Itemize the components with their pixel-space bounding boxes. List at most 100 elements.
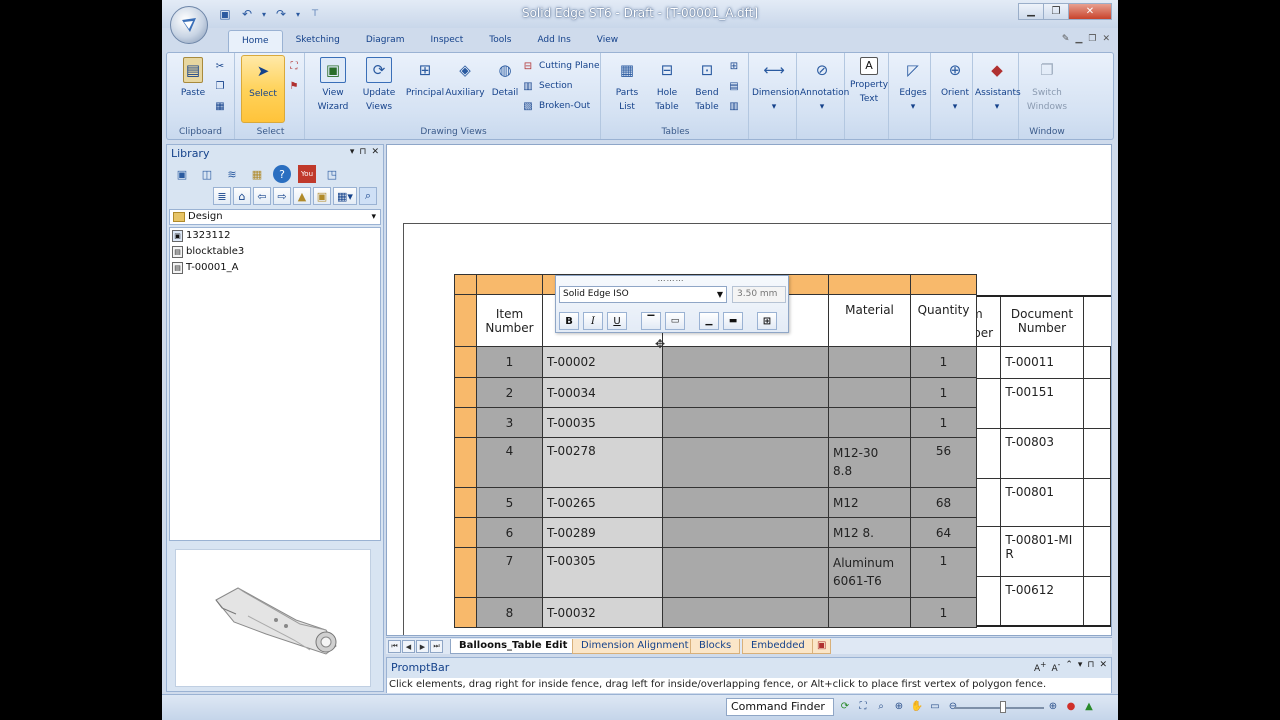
forward-arrow-icon[interactable]: ⇨	[273, 187, 291, 205]
row-selector-cell[interactable]	[454, 547, 477, 598]
next-sheet-icon[interactable]: ▶	[416, 640, 429, 653]
table-cell[interactable]	[662, 437, 829, 488]
fit-icon[interactable]: ⛶	[856, 699, 870, 713]
table-cell[interactable]: 4	[476, 437, 543, 488]
auxiliary-button[interactable]: ◈ Auxiliary	[443, 55, 487, 121]
list-item[interactable]: ▤ T-00001_A	[170, 260, 380, 276]
sheet-tab-blocks[interactable]: Blocks	[690, 639, 741, 654]
table-cell[interactable]: 6	[476, 517, 543, 548]
parts-list-button[interactable]: ▦ Parts List	[605, 55, 649, 121]
bend-table-button[interactable]: ⊡ Bend Table	[685, 55, 729, 121]
pin-icon[interactable]: ⊓	[359, 147, 366, 157]
first-sheet-icon[interactable]: ⏮	[388, 640, 401, 653]
table-cell[interactable]: M12	[828, 487, 911, 518]
paste-button[interactable]: ▤ Paste	[171, 55, 215, 121]
font-increase-icon[interactable]: A+	[1034, 660, 1046, 674]
property-text-button[interactable]: A Property Text	[847, 55, 891, 121]
sheet-icon[interactable]: ▭	[928, 699, 942, 713]
annotation-button[interactable]: ⊘ Annotation ▾	[800, 55, 849, 121]
table-tool-button[interactable]: ▥	[727, 97, 741, 115]
font-size-input[interactable]: 3.50 mm	[732, 286, 786, 303]
tab-view[interactable]: View	[584, 30, 631, 52]
tab-sketching[interactable]: Sketching	[283, 30, 353, 52]
new-folder-icon[interactable]: ▣	[313, 187, 331, 205]
close-button[interactable]: ✕	[1068, 3, 1112, 20]
table-cell[interactable]: 1	[910, 407, 977, 438]
sheet-tab-dimension-alignment[interactable]: Dimension Alignment	[572, 639, 698, 654]
close-icon[interactable]: ✕	[1099, 660, 1107, 674]
table-header-cell[interactable]: Quantity	[910, 294, 977, 347]
broken-out-button[interactable]: ▧ Broken-Out	[521, 97, 590, 115]
refresh-icon[interactable]: ⟳	[838, 699, 852, 713]
up-folder-icon[interactable]: ▲	[293, 187, 311, 205]
section-button[interactable]: ▥ Section	[521, 77, 572, 95]
zoom-in-icon[interactable]: ⊕	[1046, 699, 1060, 713]
zoom-out-icon[interactable]: ⊖	[946, 699, 960, 713]
record-icon[interactable]: ●	[1064, 699, 1078, 713]
parts-icon[interactable]: ◫	[198, 165, 216, 183]
table-cell[interactable]: 1	[476, 346, 543, 378]
list-item[interactable]: ▣ 1323112	[170, 228, 380, 244]
table-cell[interactable]: 56	[910, 437, 977, 488]
table-cell[interactable]: Aluminum 6061-T6	[828, 547, 911, 598]
back-arrow-icon[interactable]: ⇦	[253, 187, 271, 205]
table-cell[interactable]: 7	[476, 547, 543, 598]
table-cell[interactable]	[828, 597, 911, 628]
close-icon[interactable]: ✕	[371, 147, 379, 157]
library-icon[interactable]: ▣	[173, 165, 191, 183]
assistants-button[interactable]: ◆ Assistants ▾	[975, 55, 1021, 121]
dropdown-arrow-icon[interactable]: ▾	[350, 147, 355, 157]
feature-library-icon[interactable]: ▦	[248, 165, 266, 183]
align-middle-button[interactable]: ▭	[665, 312, 685, 330]
table-cell[interactable]	[662, 346, 829, 378]
table-cell[interactable]: T-00265	[542, 487, 663, 518]
table-cell[interactable]: T-00002	[542, 346, 663, 378]
table-cell[interactable]: T-00034	[542, 377, 663, 408]
new-sheet-tab[interactable]: ▣	[812, 639, 832, 654]
cut-button[interactable]: ✂	[213, 57, 227, 75]
pan-icon[interactable]: ✋	[910, 699, 924, 713]
folder-dropdown[interactable]: Design ▾	[169, 209, 381, 225]
collapse-icon[interactable]: ⌃	[1065, 660, 1073, 674]
principal-button[interactable]: ⊞ Principal	[403, 55, 447, 121]
upload-icon[interactable]: ▲	[1082, 699, 1096, 713]
row-selector-cell[interactable]	[454, 437, 477, 488]
table-header-cell[interactable]: Item Number	[476, 294, 543, 347]
underline-button[interactable]: U	[607, 312, 627, 330]
copy-button[interactable]: ❐	[213, 77, 227, 95]
pin-icon[interactable]: ⊓	[1087, 660, 1094, 674]
minimize-button[interactable]: ▁	[1018, 3, 1044, 20]
column-selector-cell[interactable]	[910, 274, 977, 295]
table-cell[interactable]: 68	[910, 487, 977, 518]
tab-add-ins[interactable]: Add Ins	[524, 30, 583, 52]
table-cell[interactable]	[662, 597, 829, 628]
table-cell[interactable]	[662, 377, 829, 408]
tab-diagram[interactable]: Diagram	[353, 30, 418, 52]
zoom-slider[interactable]	[954, 707, 1044, 709]
home-icon[interactable]: ⌂	[233, 187, 251, 205]
zoom-slider-thumb[interactable]	[1000, 701, 1006, 713]
sheet-tab-balloons-table-edit[interactable]: Balloons_Table Edit	[450, 639, 577, 654]
table-cell[interactable]: T-00305	[542, 547, 663, 598]
table-cell[interactable]: 3	[476, 407, 543, 438]
pin-icon[interactable]: ✎	[1062, 34, 1070, 44]
table-cell[interactable]: 8	[476, 597, 543, 628]
restore-button[interactable]: ❐	[1043, 3, 1069, 20]
views-dropdown-icon[interactable]: ▦▾	[333, 187, 357, 205]
table-cell[interactable]	[828, 377, 911, 408]
table-cell[interactable]	[828, 346, 911, 378]
switch-windows-button[interactable]: ❐ Switch Windows	[1025, 55, 1069, 121]
table-cell[interactable]: M12-30 8.8	[828, 437, 911, 488]
drawing-canvas[interactable]: Document Number T-00011 T-00151 T-00803 …	[386, 144, 1112, 636]
bold-button[interactable]: B	[559, 312, 579, 330]
row-selector-cell[interactable]	[454, 294, 477, 347]
last-sheet-icon[interactable]: ⏭	[430, 640, 443, 653]
sheet-tab-embedded[interactable]: Embedded	[742, 639, 814, 654]
minimize-ribbon-icon[interactable]: ▁	[1075, 34, 1082, 44]
restore-doc-icon[interactable]: ❐	[1088, 34, 1096, 44]
toolbar-grip[interactable]: ⋯⋯⋯	[656, 276, 686, 285]
format-painter-button[interactable]: ▦	[213, 97, 227, 115]
column-selector-cell[interactable]	[828, 274, 911, 295]
tab-tools[interactable]: Tools	[476, 30, 524, 52]
dropdown-arrow-icon[interactable]: ▾	[1078, 660, 1083, 674]
